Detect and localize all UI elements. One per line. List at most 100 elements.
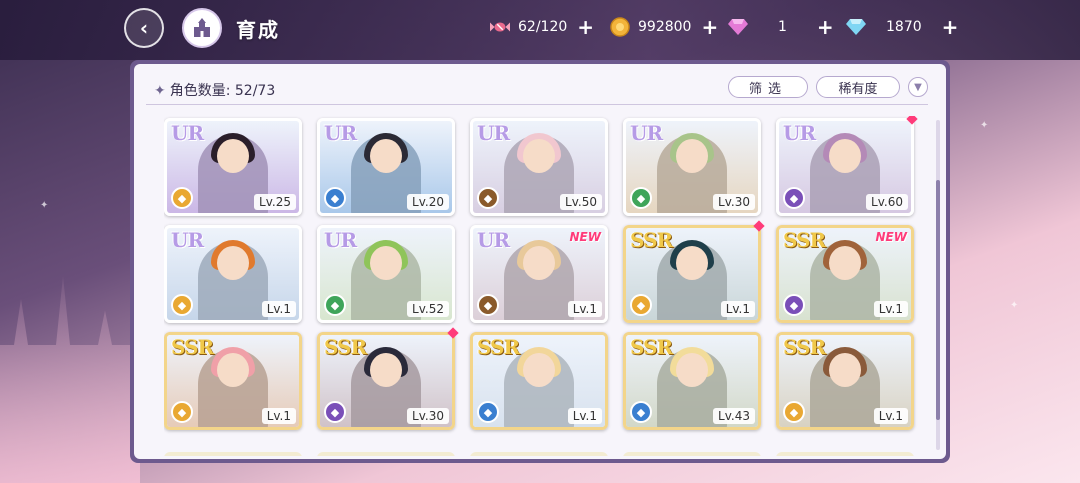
attribute-icon: ◆: [783, 187, 805, 209]
resource-coin: 992800 +: [610, 16, 718, 38]
rarity-badge: SSR: [324, 335, 367, 359]
attribute-icon: ◆: [477, 401, 499, 423]
attribute-icon: ◆: [324, 294, 346, 316]
character-card[interactable]: SSR ◆ Lv.1: [776, 332, 914, 430]
candy-add-button[interactable]: +: [577, 17, 594, 37]
sort-order-button[interactable]: ▼: [908, 77, 928, 97]
attribute-icon: ◆: [477, 294, 499, 316]
level-label: Lv.52: [407, 301, 449, 317]
rarity-badge: UR: [630, 121, 663, 145]
character-card[interactable]: SSR ◆ Lv.1: [470, 332, 608, 430]
character-card-partial[interactable]: [164, 452, 302, 456]
home-button[interactable]: [182, 8, 222, 48]
scrollbar-thumb[interactable]: [936, 180, 940, 420]
character-card[interactable]: SSR ◆ Lv.43: [623, 332, 761, 430]
attribute-icon: ◆: [783, 401, 805, 423]
blue-gem-add-button[interactable]: +: [942, 17, 959, 37]
rarity-badge: UR: [171, 121, 204, 145]
character-card[interactable]: UR ◆ Lv.1 NEW: [470, 225, 608, 323]
rarity-badge: SSR: [630, 335, 673, 359]
character-card[interactable]: UR ◆ Lv.20: [317, 118, 455, 216]
character-card-partial[interactable]: [470, 452, 608, 456]
scrollbar[interactable]: [936, 120, 940, 450]
attribute-icon: ◆: [630, 187, 652, 209]
character-card[interactable]: UR ◆ Lv.25: [164, 118, 302, 216]
level-label: Lv.1: [873, 301, 908, 317]
pink-diamond-icon: [728, 17, 748, 37]
character-card-partial[interactable]: [623, 452, 761, 456]
back-arrow-icon: ‹: [139, 16, 149, 40]
level-label: Lv.60: [866, 194, 908, 210]
blue-diamond-icon: [846, 17, 866, 37]
sparkle-icon: ✦: [40, 200, 49, 211]
character-count-text: 角色数量: 52/73: [169, 83, 276, 99]
character-grid: UR ◆ Lv.25 UR ◆ Lv.20 UR ◆ Lv.50 UR ◆ Lv.30 UR ◆ Lv.60…: [164, 116, 924, 456]
level-label: Lv.30: [407, 408, 449, 424]
castle-icon: [194, 18, 210, 37]
rarity-badge: UR: [783, 121, 816, 145]
character-card[interactable]: UR ◆ Lv.52: [317, 225, 455, 323]
level-label: Lv.30: [713, 194, 755, 210]
pink-gem-add-button[interactable]: +: [817, 17, 834, 37]
character-card[interactable]: SSR ◆ Lv.30: [317, 332, 455, 430]
top-bar: ‹ 育成 62/120 + 992800 + 1 + 1870 +: [0, 0, 1080, 56]
coin-value: 992800: [638, 19, 692, 35]
coin-add-button[interactable]: +: [701, 17, 718, 37]
filter-button[interactable]: 筛选: [728, 76, 808, 98]
attribute-icon: ◆: [477, 187, 499, 209]
level-label: Lv.1: [567, 301, 602, 317]
attribute-icon: ◆: [630, 294, 652, 316]
new-badge: NEW: [569, 230, 601, 244]
candy-value: 62/120: [518, 19, 568, 35]
rarity-badge: SSR: [783, 228, 826, 252]
panel-header: ✦ 角色数量: 52/73 筛选 稀有度 ▼: [134, 64, 946, 106]
character-card[interactable]: SSR ◆ Lv.1 NEW: [776, 225, 914, 323]
rarity-badge: UR: [477, 228, 510, 252]
rarity-badge: UR: [171, 228, 204, 252]
level-label: Lv.50: [560, 194, 602, 210]
character-card-partial[interactable]: [317, 452, 455, 456]
rarity-badge: UR: [324, 228, 357, 252]
chevron-down-icon: ▼: [914, 81, 922, 93]
back-button[interactable]: ‹: [124, 8, 164, 48]
character-card[interactable]: SSR ◆ Lv.1: [623, 225, 761, 323]
character-card[interactable]: UR ◆ Lv.30: [623, 118, 761, 216]
castle-silhouette: [0, 276, 140, 483]
attribute-icon: ◆: [324, 401, 346, 423]
level-label: Lv.1: [567, 408, 602, 424]
rarity-badge: UR: [477, 121, 510, 145]
attribute-icon: ◆: [324, 187, 346, 209]
blue-gem-value: 1870: [886, 19, 922, 35]
resource-blue-gem: 1870 +: [846, 16, 958, 38]
character-panel: ✦ 角色数量: 52/73 筛选 稀有度 ▼ UR ◆ Lv.25 UR ◆ Lv.20 UR…: [130, 60, 950, 463]
character-panel-body: ✦ 角色数量: 52/73 筛选 稀有度 ▼ UR ◆ Lv.25 UR ◆ Lv.20 UR…: [134, 64, 946, 459]
rarity-sort-button[interactable]: 稀有度: [816, 76, 900, 98]
level-label: Lv.1: [873, 408, 908, 424]
attribute-icon: ◆: [171, 187, 193, 209]
pink-gem-value: 1: [778, 19, 787, 35]
header-divider: [146, 104, 928, 105]
character-card[interactable]: UR ◆ Lv.1: [164, 225, 302, 323]
character-card[interactable]: SSR ◆ Lv.1: [164, 332, 302, 430]
rarity-badge: SSR: [477, 335, 520, 359]
page-title: 育成: [236, 18, 280, 42]
attribute-icon: ◆: [171, 401, 193, 423]
rarity-badge: SSR: [630, 228, 673, 252]
sparkle-icon: ✦: [154, 83, 166, 99]
character-card[interactable]: UR ◆ Lv.60: [776, 118, 914, 216]
rarity-badge: SSR: [171, 335, 214, 359]
character-card[interactable]: UR ◆ Lv.50: [470, 118, 608, 216]
rarity-badge: SSR: [783, 335, 826, 359]
attribute-icon: ◆: [630, 401, 652, 423]
coin-icon: [610, 17, 630, 37]
level-label: Lv.25: [254, 194, 296, 210]
level-label: Lv.1: [261, 301, 296, 317]
sparkle-icon: ✦: [1010, 300, 1019, 311]
level-label: Lv.43: [713, 408, 755, 424]
level-label: Lv.1: [720, 301, 755, 317]
rarity-badge: UR: [324, 121, 357, 145]
character-card-partial[interactable]: [776, 452, 914, 456]
level-label: Lv.1: [261, 408, 296, 424]
level-label: Lv.20: [407, 194, 449, 210]
attribute-icon: ◆: [783, 294, 805, 316]
